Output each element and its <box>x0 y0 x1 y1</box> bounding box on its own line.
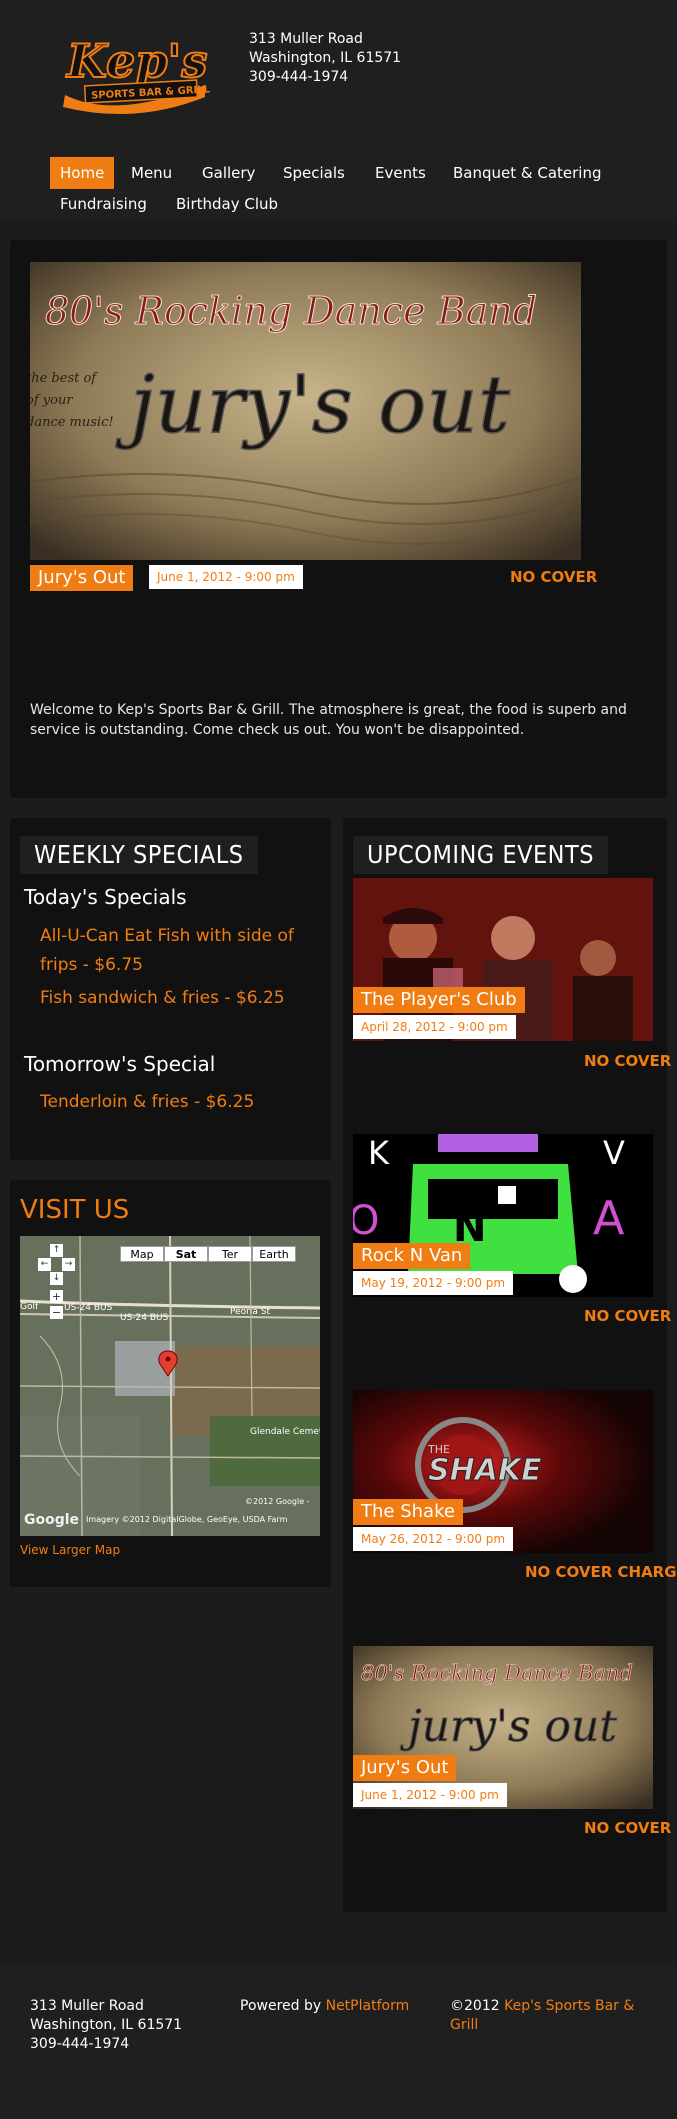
map-road-label: US-24 BUS <box>120 1313 169 1323</box>
nav-banquet-catering[interactable]: Banquet & Catering <box>443 157 612 189</box>
footer-street: 313 Muller Road <box>30 1998 144 2014</box>
event-cover: NO COVER <box>584 1819 672 1837</box>
nav-birthday-club[interactable]: Birthday Club <box>166 188 288 220</box>
header-address: 313 Muller Road Washington, IL 61571 309… <box>249 30 401 87</box>
map-road-label: Peoria St <box>230 1307 270 1317</box>
map-zoom-in-icon[interactable]: + <box>50 1290 63 1303</box>
footer-phone: 309-444-1974 <box>30 2036 130 2052</box>
view-larger-map-link[interactable]: View Larger Map <box>20 1543 120 1557</box>
map-pan-left-icon[interactable]: ← <box>38 1258 51 1271</box>
featured-event-cover: NO COVER <box>510 568 598 586</box>
map-copyright: ©2012 Google - <box>245 1497 310 1506</box>
keps-logo[interactable]: Kep's SPORTS BAR & GRILL <box>55 25 215 125</box>
footer-copyright: ©2012 Kep's Sports Bar & Grill <box>450 1997 650 2035</box>
map-type-sat[interactable]: Sat <box>164 1246 208 1262</box>
footer-address: 313 Muller Road Washington, IL 61571 309… <box>30 1997 182 2054</box>
event-cover: NO COVER <box>584 1052 672 1070</box>
nav-specials[interactable]: Specials <box>273 157 355 189</box>
copyright-label: ©2012 <box>450 1998 505 2014</box>
banner-side-2: of your <box>30 393 73 408</box>
event-tag[interactable]: The Shake <box>353 1499 463 1525</box>
event-banner-main: jury's out <box>399 1701 617 1752</box>
map-pan-down-icon[interactable]: ↓ <box>50 1272 63 1285</box>
event-tag[interactable]: Jury's Out <box>353 1755 457 1781</box>
site-header: Kep's SPORTS BAR & GRILL 313 Muller Road… <box>0 0 677 220</box>
tomorrow-special-heading: Tomorrow's Special <box>24 1052 216 1076</box>
event-date: April 28, 2012 - 9:00 pm <box>353 1015 516 1039</box>
svg-text:V: V <box>603 1134 625 1172</box>
map-zoom-out-icon[interactable]: − <box>50 1306 63 1319</box>
featured-event-tag[interactable]: Jury's Out <box>30 565 134 591</box>
special-item: Tenderloin & fries - $6.25 <box>40 1092 255 1112</box>
event-date: June 1, 2012 - 9:00 pm <box>353 1783 507 1807</box>
shake-logo-text: SHAKE <box>428 1453 542 1488</box>
visit-us-title: VISIT US <box>20 1195 130 1225</box>
address-street: 313 Muller Road <box>249 31 363 47</box>
nav-home[interactable]: Home <box>50 157 115 189</box>
map-pan-up-icon[interactable]: ↑ <box>50 1244 63 1257</box>
nav-menu[interactable]: Menu <box>121 157 182 189</box>
event-tag[interactable]: The Player's Club <box>353 987 525 1013</box>
site-footer: 313 Muller Road Washington, IL 61571 309… <box>0 1962 677 2119</box>
address-phone: 309-444-1974 <box>249 69 349 85</box>
banner-side-1: the best of <box>30 371 98 386</box>
map-pan-right-icon[interactable]: → <box>62 1258 75 1271</box>
map-place-label: Glendale Cemetery <box>250 1427 320 1437</box>
nav-events[interactable]: Events <box>365 157 436 189</box>
footer-powered-by: Powered by NetPlatform <box>240 1997 409 2016</box>
address-city: Washington, IL 61571 <box>249 50 402 66</box>
banner-main-text: jury's out <box>115 358 511 451</box>
weekly-specials-title: WEEKLY SPECIALS <box>20 836 258 874</box>
powered-by-label: Powered by <box>240 1998 326 2014</box>
event-tag[interactable]: Rock N Van <box>353 1243 471 1269</box>
banner-headline: 80's Rocking Dance Band <box>45 289 537 333</box>
map-google-logo: Google <box>24 1512 79 1528</box>
featured-event-date: June 1, 2012 - 9:00 pm <box>149 565 303 589</box>
nav-gallery[interactable]: Gallery <box>192 157 265 189</box>
nav-fundraising[interactable]: Fundraising <box>50 188 157 220</box>
map-type-earth[interactable]: Earth <box>252 1246 296 1262</box>
footer-city: Washington, IL 61571 <box>30 2017 183 2033</box>
special-item: All-U-Can Eat Fish with side of frips - … <box>40 926 294 975</box>
map-type-terrain[interactable]: Ter <box>208 1246 252 1262</box>
event-cover: NO COVER CHARGE <box>525 1563 677 1581</box>
upcoming-events-title: UPCOMING EVENTS <box>353 836 609 874</box>
map-road-label: US-24 BUS <box>64 1303 113 1313</box>
map-type-map[interactable]: Map <box>120 1246 164 1262</box>
event-cover: NO COVER <box>584 1307 672 1325</box>
svg-text:O: O <box>353 1198 379 1244</box>
map-place-label: Golf <box>20 1302 39 1312</box>
event-banner-headline: 80's Rocking Dance Band <box>361 1661 633 1685</box>
today-specials-heading: Today's Specials <box>24 885 187 909</box>
map-imagery-credit: Imagery ©2012 DigitalGlobe, GeoEye, USDA… <box>86 1515 288 1524</box>
netplatform-link[interactable]: NetPlatform <box>326 1998 410 2014</box>
location-map[interactable]: US-24 BUS US-24 BUS Peoria St Glendale C… <box>20 1236 320 1536</box>
svg-text:K: K <box>368 1134 390 1172</box>
event-date: May 26, 2012 - 9:00 pm <box>353 1527 514 1551</box>
welcome-text: Welcome to Kep's Sports Bar & Grill. The… <box>30 702 627 738</box>
featured-event-banner[interactable]: 80's Rocking Dance Band the best of of y… <box>30 262 581 560</box>
svg-text:A: A <box>593 1191 625 1245</box>
special-item: Fish sandwich & fries - $6.25 <box>40 988 285 1008</box>
banner-side-3: dance music! <box>30 415 114 430</box>
event-date: May 19, 2012 - 9:00 pm <box>353 1271 514 1295</box>
